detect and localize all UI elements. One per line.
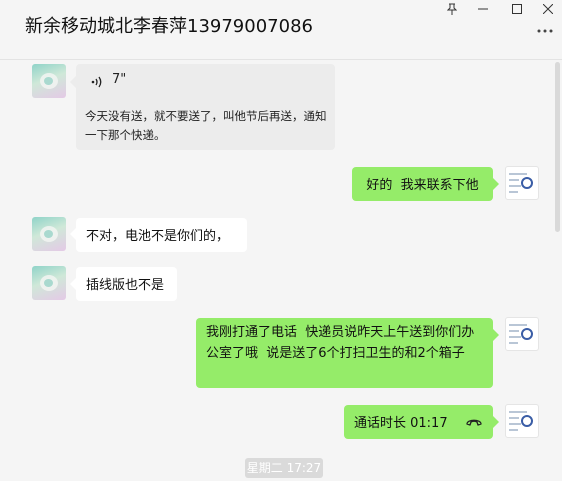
sent-message-bubble[interactable]: 我刚打通了电话 快递员说昨天上午送到你们办公室了哦 说是送了6个打扫卫生的和2个…: [196, 318, 493, 388]
avatar[interactable]: [32, 217, 66, 251]
bubble-tail: [493, 329, 499, 341]
more-icon[interactable]: [536, 24, 554, 38]
call-duration-text: 通话时长 01:17: [354, 416, 448, 431]
avatar[interactable]: [505, 317, 539, 351]
message-text: 插线版也不是: [86, 278, 165, 293]
avatar[interactable]: [32, 64, 66, 98]
phone-hangup-icon: [466, 419, 482, 426]
voice-wave-icon: [91, 76, 102, 88]
received-message-bubble[interactable]: 不对，电池不是你们的，: [76, 218, 247, 252]
sent-message-bubble[interactable]: 好的 我来联系下他: [352, 167, 493, 201]
chat-header: 新余移动城北李春萍13979007086: [0, 0, 562, 60]
close-icon[interactable]: [533, 0, 562, 18]
message-timestamp: 星期二 17:27: [245, 458, 323, 478]
voice-transcript: 今天没有送，就不要送了，叫他节后再送，通知一下那个快递。: [85, 109, 327, 142]
chat-title: 新余移动城北李春萍13979007086: [25, 16, 313, 37]
bubble-tail: [493, 178, 499, 190]
minimize-icon[interactable]: [468, 0, 498, 18]
pin-icon[interactable]: [437, 0, 467, 18]
message-text: 好的 我来联系下他: [366, 178, 479, 193]
header-divider: [0, 59, 562, 60]
message-text: 不对，电池不是你们的，: [86, 229, 230, 244]
avatar[interactable]: [32, 266, 66, 300]
maximize-icon[interactable]: [502, 0, 532, 18]
bubble-tail: [493, 416, 499, 428]
scrollbar[interactable]: [555, 62, 560, 232]
message-text: 我刚打通了电话 快递员说昨天上午送到你们办公室了哦 说是送了6个打扫卫生的和2个…: [206, 325, 475, 361]
avatar[interactable]: [505, 404, 539, 438]
voice-duration: 7": [112, 72, 127, 87]
received-message-bubble[interactable]: 插线版也不是: [76, 267, 177, 301]
avatar[interactable]: [505, 166, 539, 200]
